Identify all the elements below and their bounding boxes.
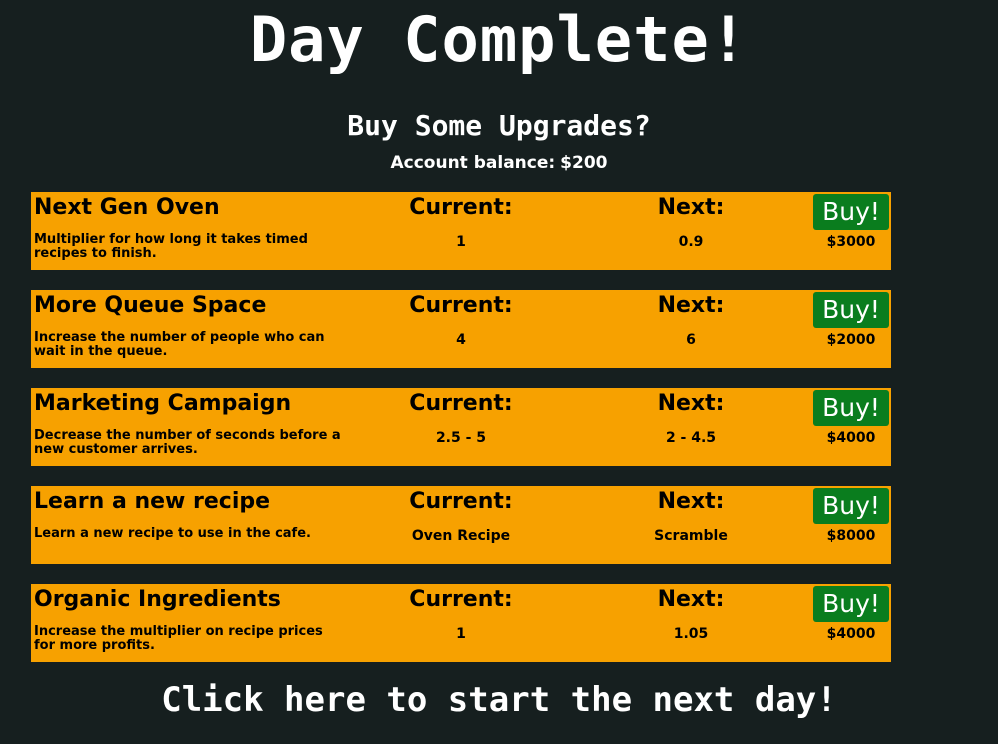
upgrade-row-next-gen-oven: Next Gen Oven Current: Next: Buy! Multip…	[31, 192, 891, 270]
current-value: 2.5 - 5	[435, 430, 487, 446]
upgrade-row-learn-new-recipe: Learn a new recipe Current: Next: Buy! L…	[31, 486, 891, 564]
upgrade-price: $2000	[826, 332, 876, 348]
upgrade-name: Organic Ingredients	[34, 587, 281, 612]
current-value: 1	[456, 234, 466, 250]
upgrade-description: Increase the number of people who can wa…	[34, 330, 325, 359]
next-value: 0.9	[678, 234, 704, 250]
upgrade-description: Decrease the number of seconds before a …	[34, 428, 341, 457]
upgrade-price: $4000	[826, 430, 876, 446]
next-value: 1.05	[673, 626, 709, 642]
next-value: 6	[686, 332, 696, 348]
next-label: Next:	[657, 391, 725, 416]
upgrade-row-marketing-campaign: Marketing Campaign Current: Next: Buy! D…	[31, 388, 891, 466]
buy-button-organic-ingredients[interactable]: Buy!	[813, 586, 889, 622]
next-label: Next:	[657, 489, 725, 514]
upgrade-price: $3000	[826, 234, 876, 250]
upgrade-row-more-queue-space: More Queue Space Current: Next: Buy! Inc…	[31, 290, 891, 368]
upgrade-name: Learn a new recipe	[34, 489, 271, 514]
buy-button-next-gen-oven[interactable]: Buy!	[813, 194, 889, 230]
upgrade-description: Learn a new recipe to use in the cafe.	[34, 526, 311, 541]
next-value: Scramble	[654, 528, 728, 544]
buy-button-more-queue-space[interactable]: Buy!	[813, 292, 889, 328]
next-value: 2 - 4.5	[665, 430, 717, 446]
buy-button-learn-new-recipe[interactable]: Buy!	[813, 488, 889, 524]
upgrade-name: More Queue Space	[34, 293, 267, 318]
page-title: Day Complete!	[249, 3, 749, 76]
current-label: Current:	[409, 489, 513, 514]
current-value: Oven Recipe	[411, 528, 511, 544]
upgrade-name: Next Gen Oven	[34, 195, 220, 220]
current-label: Current:	[409, 391, 513, 416]
start-next-day-button[interactable]: Click here to start the next day!	[0, 676, 998, 724]
current-label: Current:	[409, 293, 513, 318]
current-value: 4	[456, 332, 466, 348]
upgrades-subtitle: Buy Some Upgrades?	[347, 109, 651, 142]
upgrade-name: Marketing Campaign	[34, 391, 292, 416]
next-label: Next:	[657, 587, 725, 612]
current-value: 1	[456, 626, 466, 642]
account-balance-value: $200	[560, 153, 608, 173]
next-label: Next:	[657, 195, 725, 220]
account-balance-label: Account balance:	[390, 153, 556, 173]
current-label: Current:	[409, 195, 513, 220]
upgrade-price: $8000	[826, 528, 876, 544]
upgrade-description: Multiplier for how long it takes timed r…	[34, 232, 308, 261]
account-balance: Account balance: $200	[0, 152, 998, 174]
upgrade-price: $4000	[826, 626, 876, 642]
current-label: Current:	[409, 587, 513, 612]
upgrade-row-organic-ingredients: Organic Ingredients Current: Next: Buy! …	[31, 584, 891, 662]
buy-button-marketing-campaign[interactable]: Buy!	[813, 390, 889, 426]
upgrade-description: Increase the multiplier on recipe prices…	[34, 624, 323, 653]
next-label: Next:	[657, 293, 725, 318]
